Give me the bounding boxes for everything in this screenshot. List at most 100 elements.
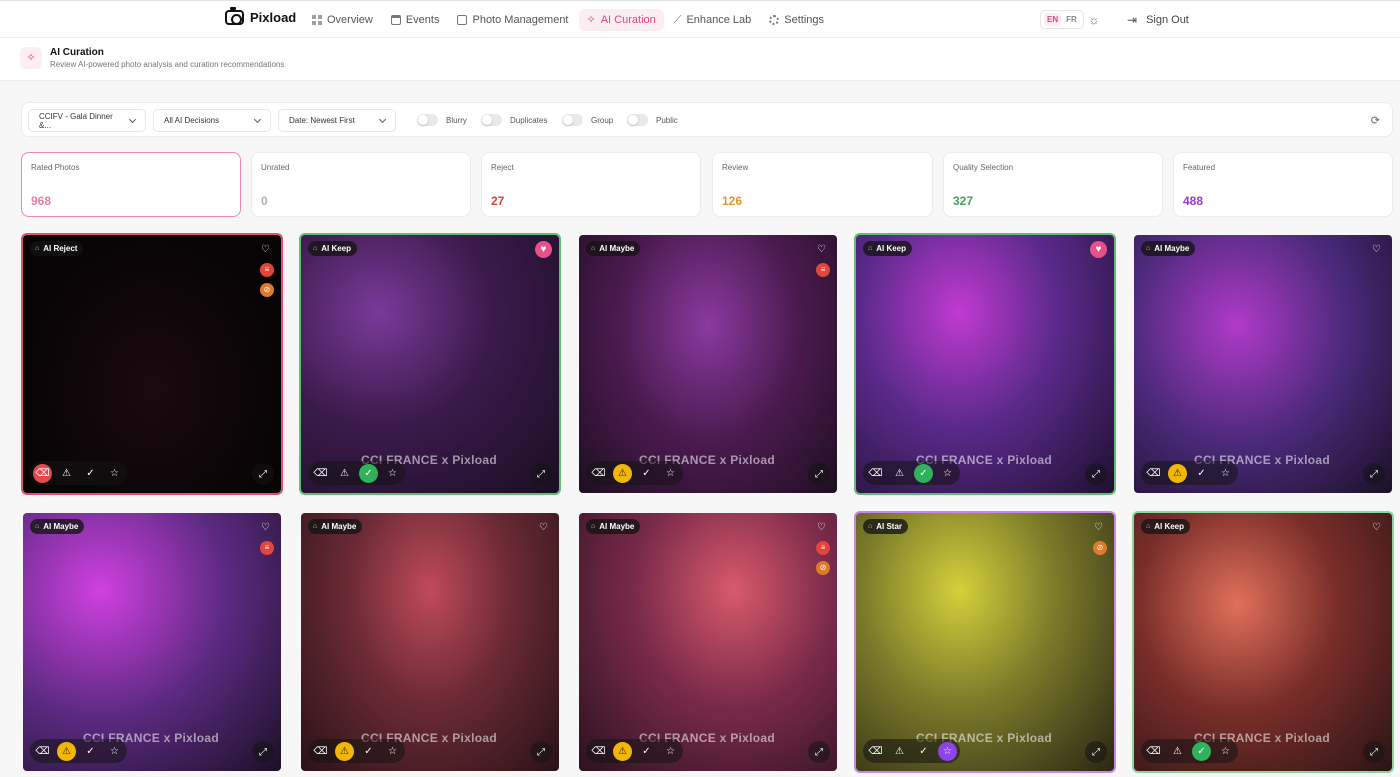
heart-icon[interactable]: ♥ bbox=[1090, 241, 1107, 258]
toggle-public[interactable]: Public bbox=[627, 114, 678, 126]
photo-card[interactable]: CCI FRANCE x Pixload ⌂ AI Maybe ♡ ≡ ⌫ ⚠ ✓ ☆ ⤢ bbox=[577, 233, 839, 495]
check-circle-icon[interactable]: ✓ bbox=[81, 464, 100, 483]
toggle-switch[interactable] bbox=[481, 114, 502, 126]
check-circle-icon[interactable]: ✓ bbox=[914, 742, 933, 761]
photo-card[interactable]: ⌂ AI Reject ♡ ≡ ⊘ ⌫ ⚠ ✓ ☆ ⤢ bbox=[21, 233, 283, 495]
star-icon[interactable]: ☆ bbox=[938, 741, 957, 761]
warning-icon[interactable]: ⚠ bbox=[1168, 742, 1187, 761]
warning-icon[interactable]: ⚠ bbox=[890, 464, 909, 483]
trash-icon[interactable]: ⌫ bbox=[311, 742, 330, 761]
star-icon[interactable]: ☆ bbox=[105, 464, 124, 483]
star-icon[interactable]: ☆ bbox=[1216, 464, 1235, 483]
check-circle-icon[interactable]: ✓ bbox=[637, 464, 656, 483]
trash-icon[interactable]: ⌫ bbox=[589, 742, 608, 761]
star-icon[interactable]: ☆ bbox=[938, 464, 957, 483]
expand-icon[interactable]: ⤢ bbox=[1085, 741, 1107, 763]
toggle-switch[interactable] bbox=[627, 114, 648, 126]
toggle-duplicates[interactable]: Duplicates bbox=[481, 114, 547, 126]
photo-card[interactable]: CCI FRANCE x Pixload ⌂ AI Keep ♡ ⌫ ⚠ ✓ ☆ ⤢ bbox=[1132, 511, 1394, 773]
nav-settings[interactable]: Settings bbox=[761, 9, 832, 31]
trash-icon[interactable]: ⌫ bbox=[33, 463, 52, 483]
sign-out-button[interactable]: ⇥ Sign Out bbox=[1127, 13, 1189, 27]
check-circle-icon[interactable]: ✓ bbox=[1192, 741, 1211, 761]
warning-icon[interactable]: ⚠ bbox=[335, 464, 354, 483]
nav-events[interactable]: Events bbox=[383, 9, 448, 31]
photo-card[interactable]: CCI FRANCE x Pixload ⌂ AI Star ♡ ⊘ ⌫ ⚠ ✓ ☆ ⤢ bbox=[854, 511, 1116, 773]
check-circle-icon[interactable]: ✓ bbox=[914, 463, 933, 483]
expand-icon[interactable]: ⤢ bbox=[252, 463, 274, 485]
star-icon[interactable]: ☆ bbox=[383, 464, 402, 483]
heart-icon[interactable]: ♡ bbox=[1368, 519, 1385, 536]
lang-en-button[interactable]: EN bbox=[1044, 13, 1062, 26]
event-select[interactable]: CCIFV - Gala Dinner &... bbox=[28, 109, 146, 132]
heart-icon[interactable]: ♡ bbox=[1090, 519, 1107, 536]
trash-icon[interactable]: ⌫ bbox=[589, 464, 608, 483]
photo-card[interactable]: CCI FRANCE x Pixload ⌂ AI Keep ♥ ⌫ ⚠ ✓ ☆ ⤢ bbox=[299, 233, 561, 495]
photo-card[interactable]: CCI FRANCE x Pixload ⌂ AI Maybe ♡ ≡ ⌫ ⚠ ✓ ☆ ⤢ bbox=[21, 511, 283, 773]
refresh-icon[interactable]: ⟳ bbox=[1371, 114, 1380, 127]
check-circle-icon[interactable]: ✓ bbox=[81, 742, 100, 761]
warning-icon[interactable]: ⚠ bbox=[57, 741, 76, 761]
heart-icon[interactable]: ♡ bbox=[257, 241, 274, 258]
event-photo[interactable] bbox=[23, 235, 281, 493]
stat-unrated[interactable]: Unrated 0 bbox=[251, 152, 471, 217]
stat-featured[interactable]: Featured 488 bbox=[1173, 152, 1393, 217]
trash-icon[interactable]: ⌫ bbox=[866, 742, 885, 761]
toggle-switch[interactable] bbox=[562, 114, 583, 126]
check-circle-icon[interactable]: ✓ bbox=[359, 463, 378, 483]
expand-icon[interactable]: ⤢ bbox=[530, 741, 552, 763]
heart-icon[interactable]: ♡ bbox=[535, 519, 552, 536]
heart-icon[interactable]: ♡ bbox=[257, 519, 274, 536]
stat-reject[interactable]: Reject 27 bbox=[481, 152, 701, 217]
toggle-blurry[interactable]: Blurry bbox=[417, 114, 467, 126]
decision-select[interactable]: All AI Decisions bbox=[153, 109, 271, 132]
warning-icon[interactable]: ⚠ bbox=[1168, 463, 1187, 483]
warning-icon[interactable]: ⚠ bbox=[335, 741, 354, 761]
warning-icon[interactable]: ⚠ bbox=[890, 742, 909, 761]
photo-card[interactable]: CCI FRANCE x Pixload ⌂ AI Maybe ♡ ⌫ ⚠ ✓ ☆ ⤢ bbox=[299, 511, 561, 773]
warning-icon[interactable]: ⚠ bbox=[57, 464, 76, 483]
expand-icon[interactable]: ⤢ bbox=[252, 741, 274, 763]
expand-icon[interactable]: ⤢ bbox=[808, 463, 830, 485]
trash-icon[interactable]: ⌫ bbox=[33, 742, 52, 761]
photo-card[interactable]: CCI FRANCE x Pixload ⌂ AI Maybe ♡ ≡ ⊘ ⌫ ⚠ ✓ ☆ ⤢ bbox=[577, 511, 839, 773]
trash-icon[interactable]: ⌫ bbox=[311, 464, 330, 483]
check-circle-icon[interactable]: ✓ bbox=[637, 742, 656, 761]
sort-select[interactable]: Date: Newest First bbox=[278, 109, 396, 132]
lang-fr-button[interactable]: FR bbox=[1063, 13, 1080, 26]
star-icon[interactable]: ☆ bbox=[661, 742, 680, 761]
toggle-group[interactable]: Group bbox=[562, 114, 613, 126]
stat-quality-selection[interactable]: Quality Selection 327 bbox=[943, 152, 1163, 217]
warning-icon[interactable]: ⚠ bbox=[613, 463, 632, 483]
heart-icon[interactable]: ♡ bbox=[1368, 241, 1385, 258]
warning-icon[interactable]: ⚠ bbox=[613, 741, 632, 761]
heart-icon[interactable]: ♥ bbox=[535, 241, 552, 258]
trash-icon[interactable]: ⌫ bbox=[1144, 742, 1163, 761]
photo-card[interactable]: CCI FRANCE x Pixload ⌂ AI Maybe ♡ ⌫ ⚠ ✓ ☆ ⤢ bbox=[1132, 233, 1394, 495]
photo-card[interactable]: CCI FRANCE x Pixload ⌂ AI Keep ♥ ⌫ ⚠ ✓ ☆ ⤢ bbox=[854, 233, 1116, 495]
expand-icon[interactable]: ⤢ bbox=[808, 741, 830, 763]
nav-photo-management[interactable]: Photo Management bbox=[449, 9, 576, 31]
expand-icon[interactable]: ⤢ bbox=[530, 463, 552, 485]
brand[interactable]: Pixload bbox=[225, 7, 296, 25]
expand-icon[interactable]: ⤢ bbox=[1085, 463, 1107, 485]
expand-icon[interactable]: ⤢ bbox=[1363, 741, 1385, 763]
star-icon[interactable]: ☆ bbox=[661, 464, 680, 483]
star-icon[interactable]: ☆ bbox=[1216, 742, 1235, 761]
nav-ai-curation[interactable]: ✧ AI Curation bbox=[578, 9, 664, 31]
check-circle-icon[interactable]: ✓ bbox=[359, 742, 378, 761]
trash-icon[interactable]: ⌫ bbox=[1144, 464, 1163, 483]
nav-overview[interactable]: Overview bbox=[304, 9, 381, 31]
toggle-switch[interactable] bbox=[417, 114, 438, 126]
nav-enhance-lab[interactable]: ⟋ Enhance Lab bbox=[666, 9, 760, 31]
expand-icon[interactable]: ⤢ bbox=[1363, 463, 1385, 485]
check-circle-icon[interactable]: ✓ bbox=[1192, 464, 1211, 483]
star-icon[interactable]: ☆ bbox=[383, 742, 402, 761]
sun-icon[interactable]: ☼ bbox=[1087, 13, 1101, 27]
star-icon[interactable]: ☆ bbox=[105, 742, 124, 761]
heart-icon[interactable]: ♡ bbox=[813, 241, 830, 258]
stat-rated-photos[interactable]: Rated Photos 968 bbox=[21, 152, 241, 217]
heart-icon[interactable]: ♡ bbox=[813, 519, 830, 536]
stat-review[interactable]: Review 126 bbox=[712, 152, 933, 217]
trash-icon[interactable]: ⌫ bbox=[866, 464, 885, 483]
